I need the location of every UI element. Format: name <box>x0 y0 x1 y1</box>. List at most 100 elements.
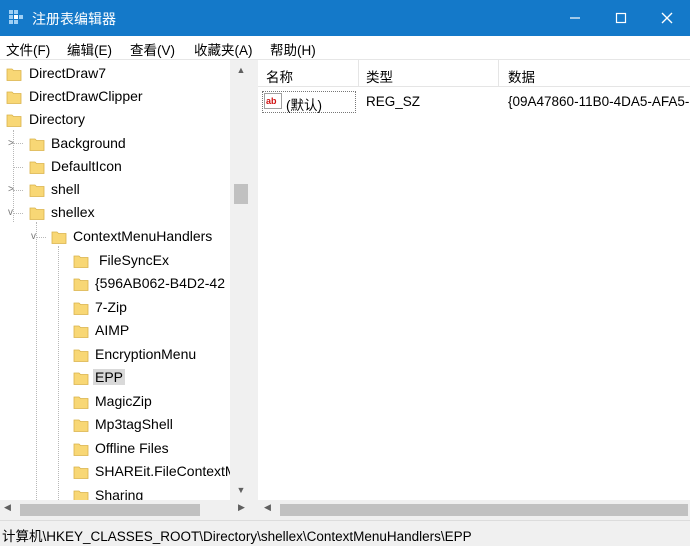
scroll-thumb[interactable] <box>20 504 200 516</box>
maximize-icon <box>615 12 627 24</box>
column-header-name[interactable]: 名称 <box>266 66 293 86</box>
tree-item-background[interactable]: > Background <box>0 133 236 156</box>
folder-open-icon <box>29 207 45 220</box>
folder-icon <box>6 68 22 81</box>
tree-item-label: shellex <box>51 204 95 220</box>
folder-icon <box>73 372 89 385</box>
menu-bar: 文件(F) 编辑(E) 查看(V) 收藏夹(A) 帮助(H) <box>0 36 690 60</box>
tree-item-directdraw7[interactable]: DirectDraw7 <box>0 63 236 86</box>
scroll-left-arrow-icon[interactable]: ◀ <box>264 502 271 513</box>
chevron-down-icon[interactable]: v <box>31 231 41 243</box>
tree-item-label: FileSyncEx <box>99 252 170 268</box>
tree-item-epp[interactable]: EPP <box>0 367 236 390</box>
scroll-up-arrow-icon[interactable]: ▲ <box>230 62 252 78</box>
tree-item-filesyncex[interactable]: FileSyncEx <box>0 250 236 273</box>
folder-icon <box>73 490 89 500</box>
tree-item-label-selected: EPP <box>93 369 126 385</box>
tree-item-label: Sharing <box>95 487 144 500</box>
tree-item-directory[interactable]: Directory <box>0 109 236 132</box>
key-tree[interactable]: DirectDraw7 DirectDrawClipper Directory … <box>0 60 252 500</box>
minimize-button[interactable] <box>552 0 598 36</box>
column-divider[interactable] <box>358 60 359 86</box>
folder-icon <box>73 278 89 291</box>
tree-item-label: EncryptionMenu <box>95 346 197 362</box>
tree-item-label: MagicZip <box>95 393 152 409</box>
tree-item-label: {596AB062-B4D2-42 <box>95 275 225 291</box>
key-path: 计算机\HKEY_CLASSES_ROOT\Directory\shellex\… <box>2 529 472 544</box>
minimize-icon <box>570 17 580 19</box>
folder-icon <box>73 349 89 362</box>
menu-help[interactable]: 帮助(H) <box>270 39 316 59</box>
tree-item-label: AIMP <box>95 322 130 338</box>
chevron-right-icon[interactable]: > <box>8 184 18 196</box>
menu-view[interactable]: 查看(V) <box>130 39 175 59</box>
folder-icon <box>73 255 89 268</box>
tree-item-shell[interactable]: > shell <box>0 179 236 202</box>
folder-icon <box>73 396 89 409</box>
tree-item-label: Offline Files <box>95 440 169 456</box>
close-button[interactable] <box>644 0 690 36</box>
scroll-down-arrow-icon[interactable]: ▼ <box>230 482 252 498</box>
folder-icon <box>73 302 89 315</box>
window-title: 注册表编辑器 <box>32 11 116 27</box>
chevron-right-icon[interactable]: > <box>8 138 18 150</box>
scroll-thumb[interactable] <box>280 504 688 516</box>
tree-item-596ab062[interactable]: {596AB062-B4D2-42 <box>0 273 236 296</box>
tree-item-label: SHAREit.FileContextM <box>95 463 237 479</box>
column-divider[interactable] <box>498 60 499 86</box>
folder-open-icon <box>51 231 67 244</box>
list-horizontal-scrollbar[interactable]: ◀ <box>258 500 690 520</box>
menu-favorites[interactable]: 收藏夹(A) <box>194 39 253 59</box>
tree-horizontal-scrollbar[interactable]: ◀ ▶ <box>0 500 252 520</box>
column-header-type[interactable]: 类型 <box>366 66 393 86</box>
tree-item-offline-files[interactable]: Offline Files <box>0 438 236 461</box>
close-icon <box>661 12 673 24</box>
values-list[interactable]: 名称 类型 数据 ab (默认) REG_SZ {09A47860-11B0-4… <box>258 60 690 500</box>
tree-item-contextmenuhandlers[interactable]: v ContextMenuHandlers <box>0 226 236 249</box>
tree-item-label: Mp3tagShell <box>95 416 173 432</box>
folder-icon <box>73 443 89 456</box>
menu-file[interactable]: 文件(F) <box>6 39 50 59</box>
scroll-right-arrow-icon[interactable]: ▶ <box>238 502 245 513</box>
folder-icon <box>29 161 45 174</box>
maximize-button[interactable] <box>598 0 644 36</box>
value-data: {09A47860-11B0-4DA5-AFA5- <box>508 94 690 109</box>
tree-item-mp3tagshell[interactable]: Mp3tagShell <box>0 414 236 437</box>
tree-vertical-scrollbar[interactable]: ▲ ▼ <box>230 60 252 500</box>
tree-item-7zip[interactable]: 7-Zip <box>0 297 236 320</box>
tree-item-label: DirectDraw7 <box>29 65 107 81</box>
folder-icon <box>29 184 45 197</box>
folder-icon <box>73 325 89 338</box>
folder-icon <box>6 91 22 104</box>
title-bar: 注册表编辑器 <box>0 0 690 36</box>
svg-text:ab: ab <box>266 96 277 106</box>
chevron-down-icon[interactable]: v <box>8 207 18 219</box>
list-header: 名称 类型 数据 <box>258 60 690 87</box>
tree-item-label: shell <box>51 181 80 197</box>
tree-item-label: Directory <box>29 111 86 127</box>
value-name: (默认) <box>286 98 322 113</box>
tree-item-directdrawclipper[interactable]: DirectDrawClipper <box>0 86 236 109</box>
menu-edit[interactable]: 编辑(E) <box>67 39 112 59</box>
tree-item-defaulticon[interactable]: DefaultIcon <box>0 156 236 179</box>
folder-icon <box>73 419 89 432</box>
tree-item-label: Background <box>51 135 126 151</box>
tree-item-encryptionmenu[interactable]: EncryptionMenu <box>0 344 236 367</box>
tree-item-magiczip[interactable]: MagicZip <box>0 391 236 414</box>
folder-open-icon <box>6 114 22 127</box>
tree-item-label: DefaultIcon <box>51 158 122 174</box>
folder-icon <box>29 138 45 151</box>
tree-item-shareit[interactable]: SHAREit.FileContextM <box>0 461 237 484</box>
scroll-left-arrow-icon[interactable]: ◀ <box>4 502 11 513</box>
column-header-data[interactable]: 数据 <box>508 66 535 86</box>
status-bar: 计算机\HKEY_CLASSES_ROOT\Directory\shellex\… <box>0 520 690 546</box>
tree-item-shellex[interactable]: v shellex <box>0 202 236 225</box>
tree-item-label: DirectDrawClipper <box>29 88 143 104</box>
tree-item-sharing[interactable]: Sharing <box>0 485 236 500</box>
list-row[interactable]: ab (默认) REG_SZ {09A47860-11B0-4DA5-AFA5- <box>258 91 690 113</box>
registry-editor-icon <box>9 10 23 24</box>
scroll-thumb[interactable] <box>234 184 248 204</box>
folder-icon <box>73 466 89 479</box>
value-type: REG_SZ <box>366 94 421 109</box>
tree-item-aimp[interactable]: AIMP <box>0 320 236 343</box>
